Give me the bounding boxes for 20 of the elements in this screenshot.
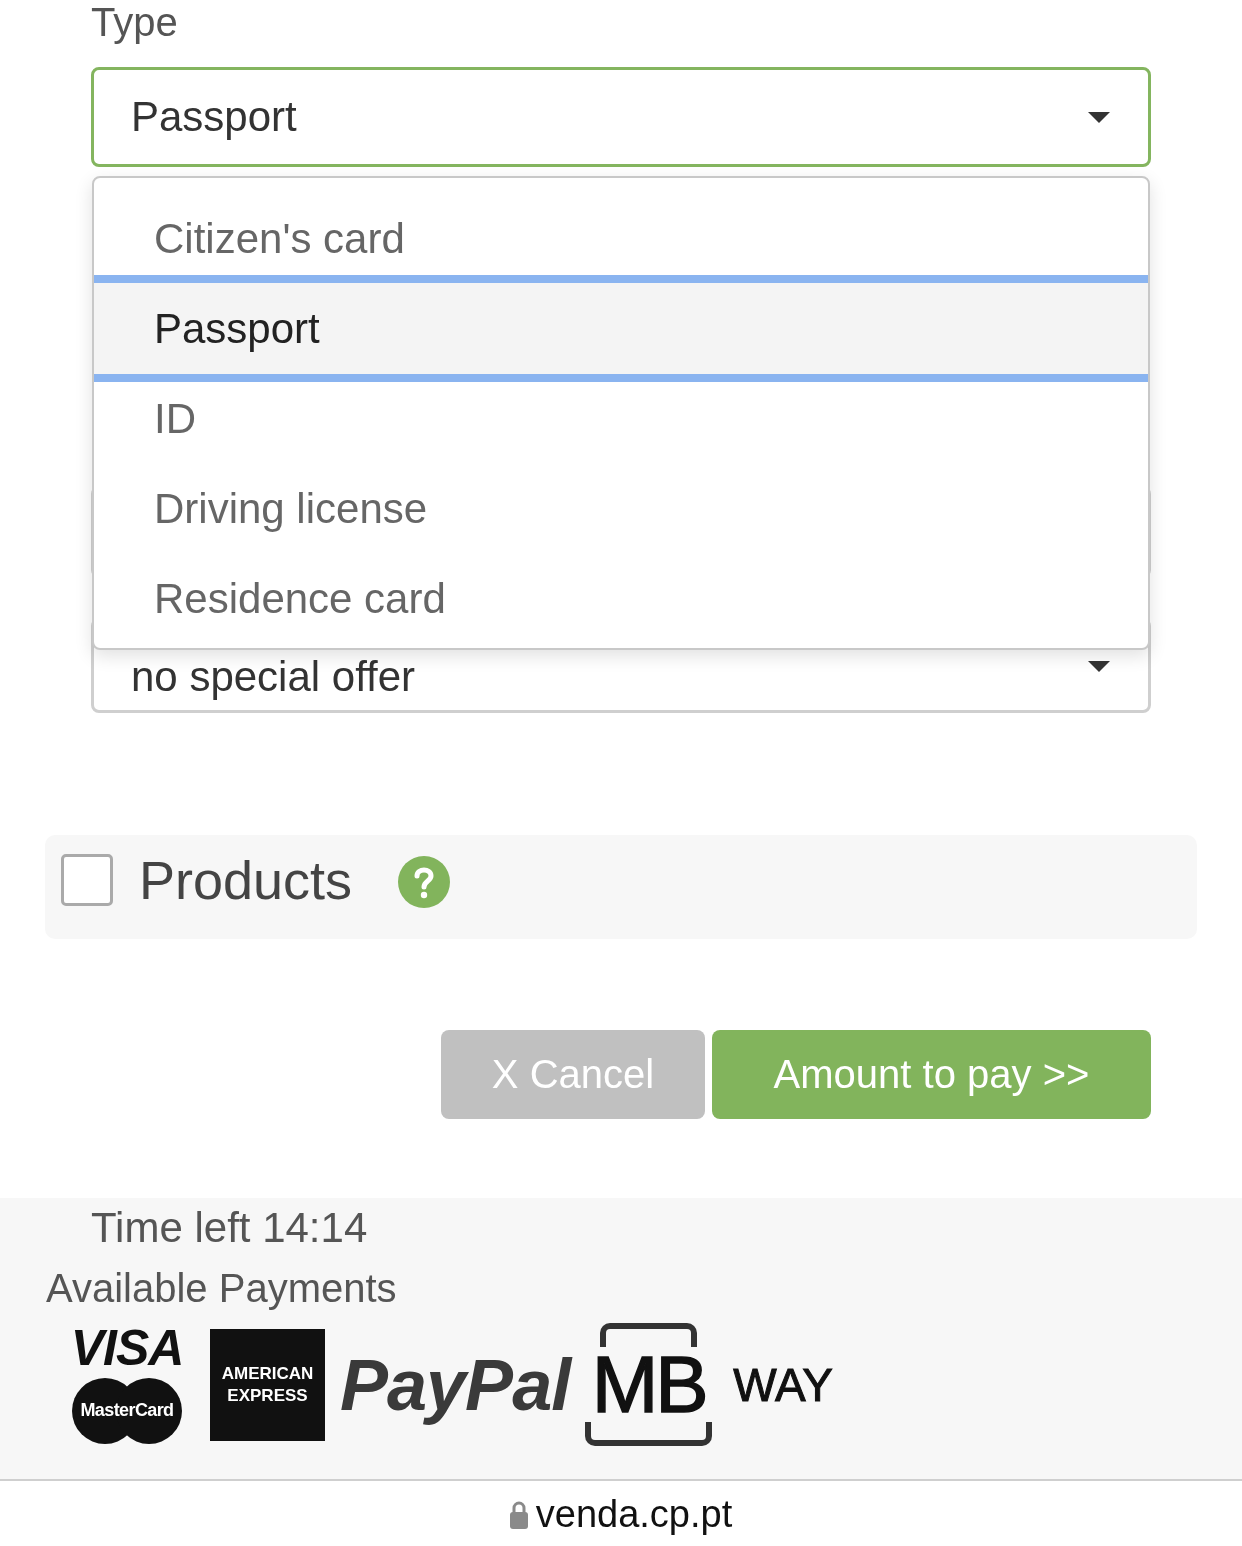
dropdown-option[interactable]: Driving license [94, 464, 1148, 554]
dropdown-option[interactable]: ID [94, 382, 1148, 464]
payments-title: Available Payments [46, 1265, 397, 1312]
lock-icon [509, 1499, 528, 1529]
type-select[interactable]: Passport [91, 67, 1151, 167]
field-label: Type [91, 0, 178, 44]
section-title: Products [139, 854, 353, 906]
dropdown-option[interactable]: Passport [94, 275, 1148, 382]
visa-logo: VISA [70, 1325, 184, 1370]
url-text: venda.cp.pt [535, 1492, 733, 1536]
help-icon[interactable] [398, 856, 451, 908]
mastercard-logo: MasterCard [72, 1377, 182, 1444]
checkbox[interactable] [61, 854, 113, 906]
mb-logo: MB [585, 1323, 713, 1446]
caret-icon [1088, 661, 1110, 672]
dropdown-option[interactable]: Citizen's card [94, 194, 1148, 275]
timer-text: Time left 14:14 [91, 1203, 368, 1253]
amex-logo: AMERICAN EXPRESS [210, 1328, 325, 1441]
caret-icon [1088, 111, 1110, 123]
way-logo: WAY [733, 1357, 833, 1412]
